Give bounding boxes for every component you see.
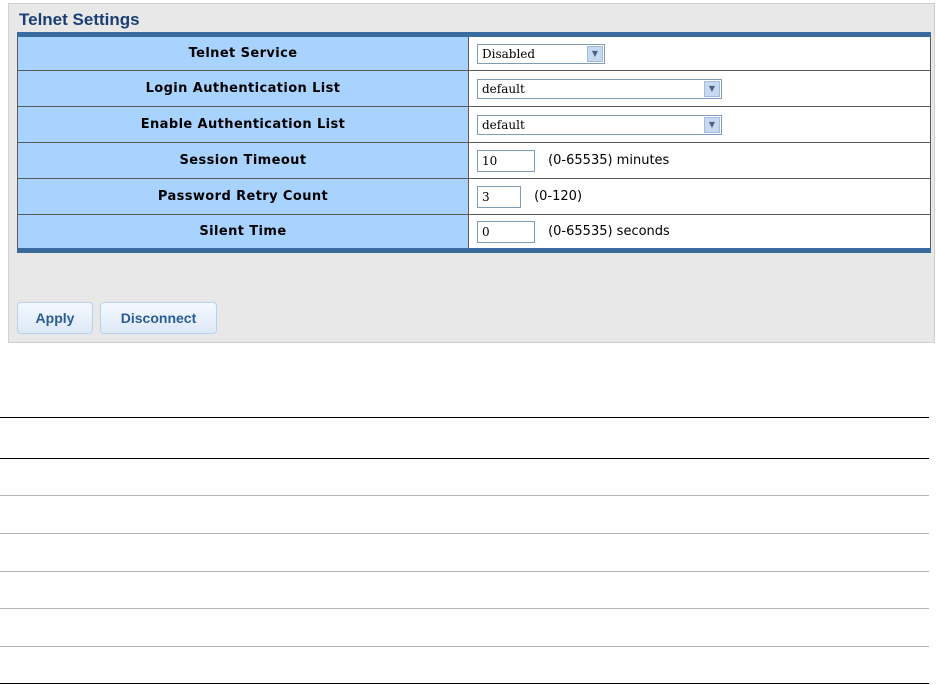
row-enable-auth-list: Enable Authentication List default ▼ xyxy=(17,106,931,143)
divider xyxy=(0,458,929,459)
enable-auth-list-select-value: default xyxy=(482,117,525,132)
row-session-timeout: Session Timeout 10 (0-65535) minutes xyxy=(17,142,931,179)
row-password-retry-count: Password Retry Count 3 (0-120) xyxy=(17,178,931,215)
login-auth-list-select[interactable]: default ▼ xyxy=(477,78,722,99)
silent-time-input[interactable]: 0 xyxy=(477,220,535,243)
telnet-service-label: Telnet Service xyxy=(17,34,469,71)
telnet-service-select-value: Disabled xyxy=(482,46,536,61)
divider xyxy=(0,571,929,572)
row-login-auth-list: Login Authentication List default ▼ xyxy=(17,70,931,107)
login-auth-list-label: Login Authentication List xyxy=(17,70,469,107)
password-retry-count-input[interactable]: 3 xyxy=(477,185,521,208)
telnet-settings-panel: Telnet Settings Telnet Service Disabled … xyxy=(8,3,935,343)
password-retry-count-label: Password Retry Count xyxy=(17,178,469,215)
divider xyxy=(0,533,929,534)
divider xyxy=(0,608,929,609)
silent-time-label: Silent Time xyxy=(17,214,469,251)
apply-button[interactable]: Apply xyxy=(17,302,93,334)
session-timeout-hint: (0-65535) minutes xyxy=(548,153,670,168)
login-auth-list-select-value: default xyxy=(482,81,525,96)
disconnect-button[interactable]: Disconnect xyxy=(100,302,217,334)
chevron-down-icon[interactable]: ▼ xyxy=(704,116,720,133)
chevron-down-icon[interactable]: ▼ xyxy=(704,80,720,97)
settings-table: Telnet Service Disabled ▼ Login Authenti… xyxy=(17,32,931,253)
enable-auth-list-select[interactable]: default ▼ xyxy=(477,114,722,135)
divider xyxy=(0,417,929,418)
row-telnet-service: Telnet Service Disabled ▼ xyxy=(17,34,931,71)
silent-time-hint: (0-65535) seconds xyxy=(548,224,670,239)
session-timeout-input[interactable]: 10 xyxy=(477,149,535,172)
session-timeout-label: Session Timeout xyxy=(17,142,469,179)
password-retry-count-hint: (0-120) xyxy=(534,189,583,204)
panel-title: Telnet Settings xyxy=(19,10,140,29)
chevron-down-icon[interactable]: ▼ xyxy=(587,45,603,62)
telnet-service-select[interactable]: Disabled ▼ xyxy=(477,43,605,64)
divider xyxy=(0,646,929,647)
divider xyxy=(0,683,929,684)
row-silent-time: Silent Time 0 (0-65535) seconds xyxy=(17,214,931,251)
divider xyxy=(0,495,929,496)
enable-auth-list-label: Enable Authentication List xyxy=(17,106,469,143)
